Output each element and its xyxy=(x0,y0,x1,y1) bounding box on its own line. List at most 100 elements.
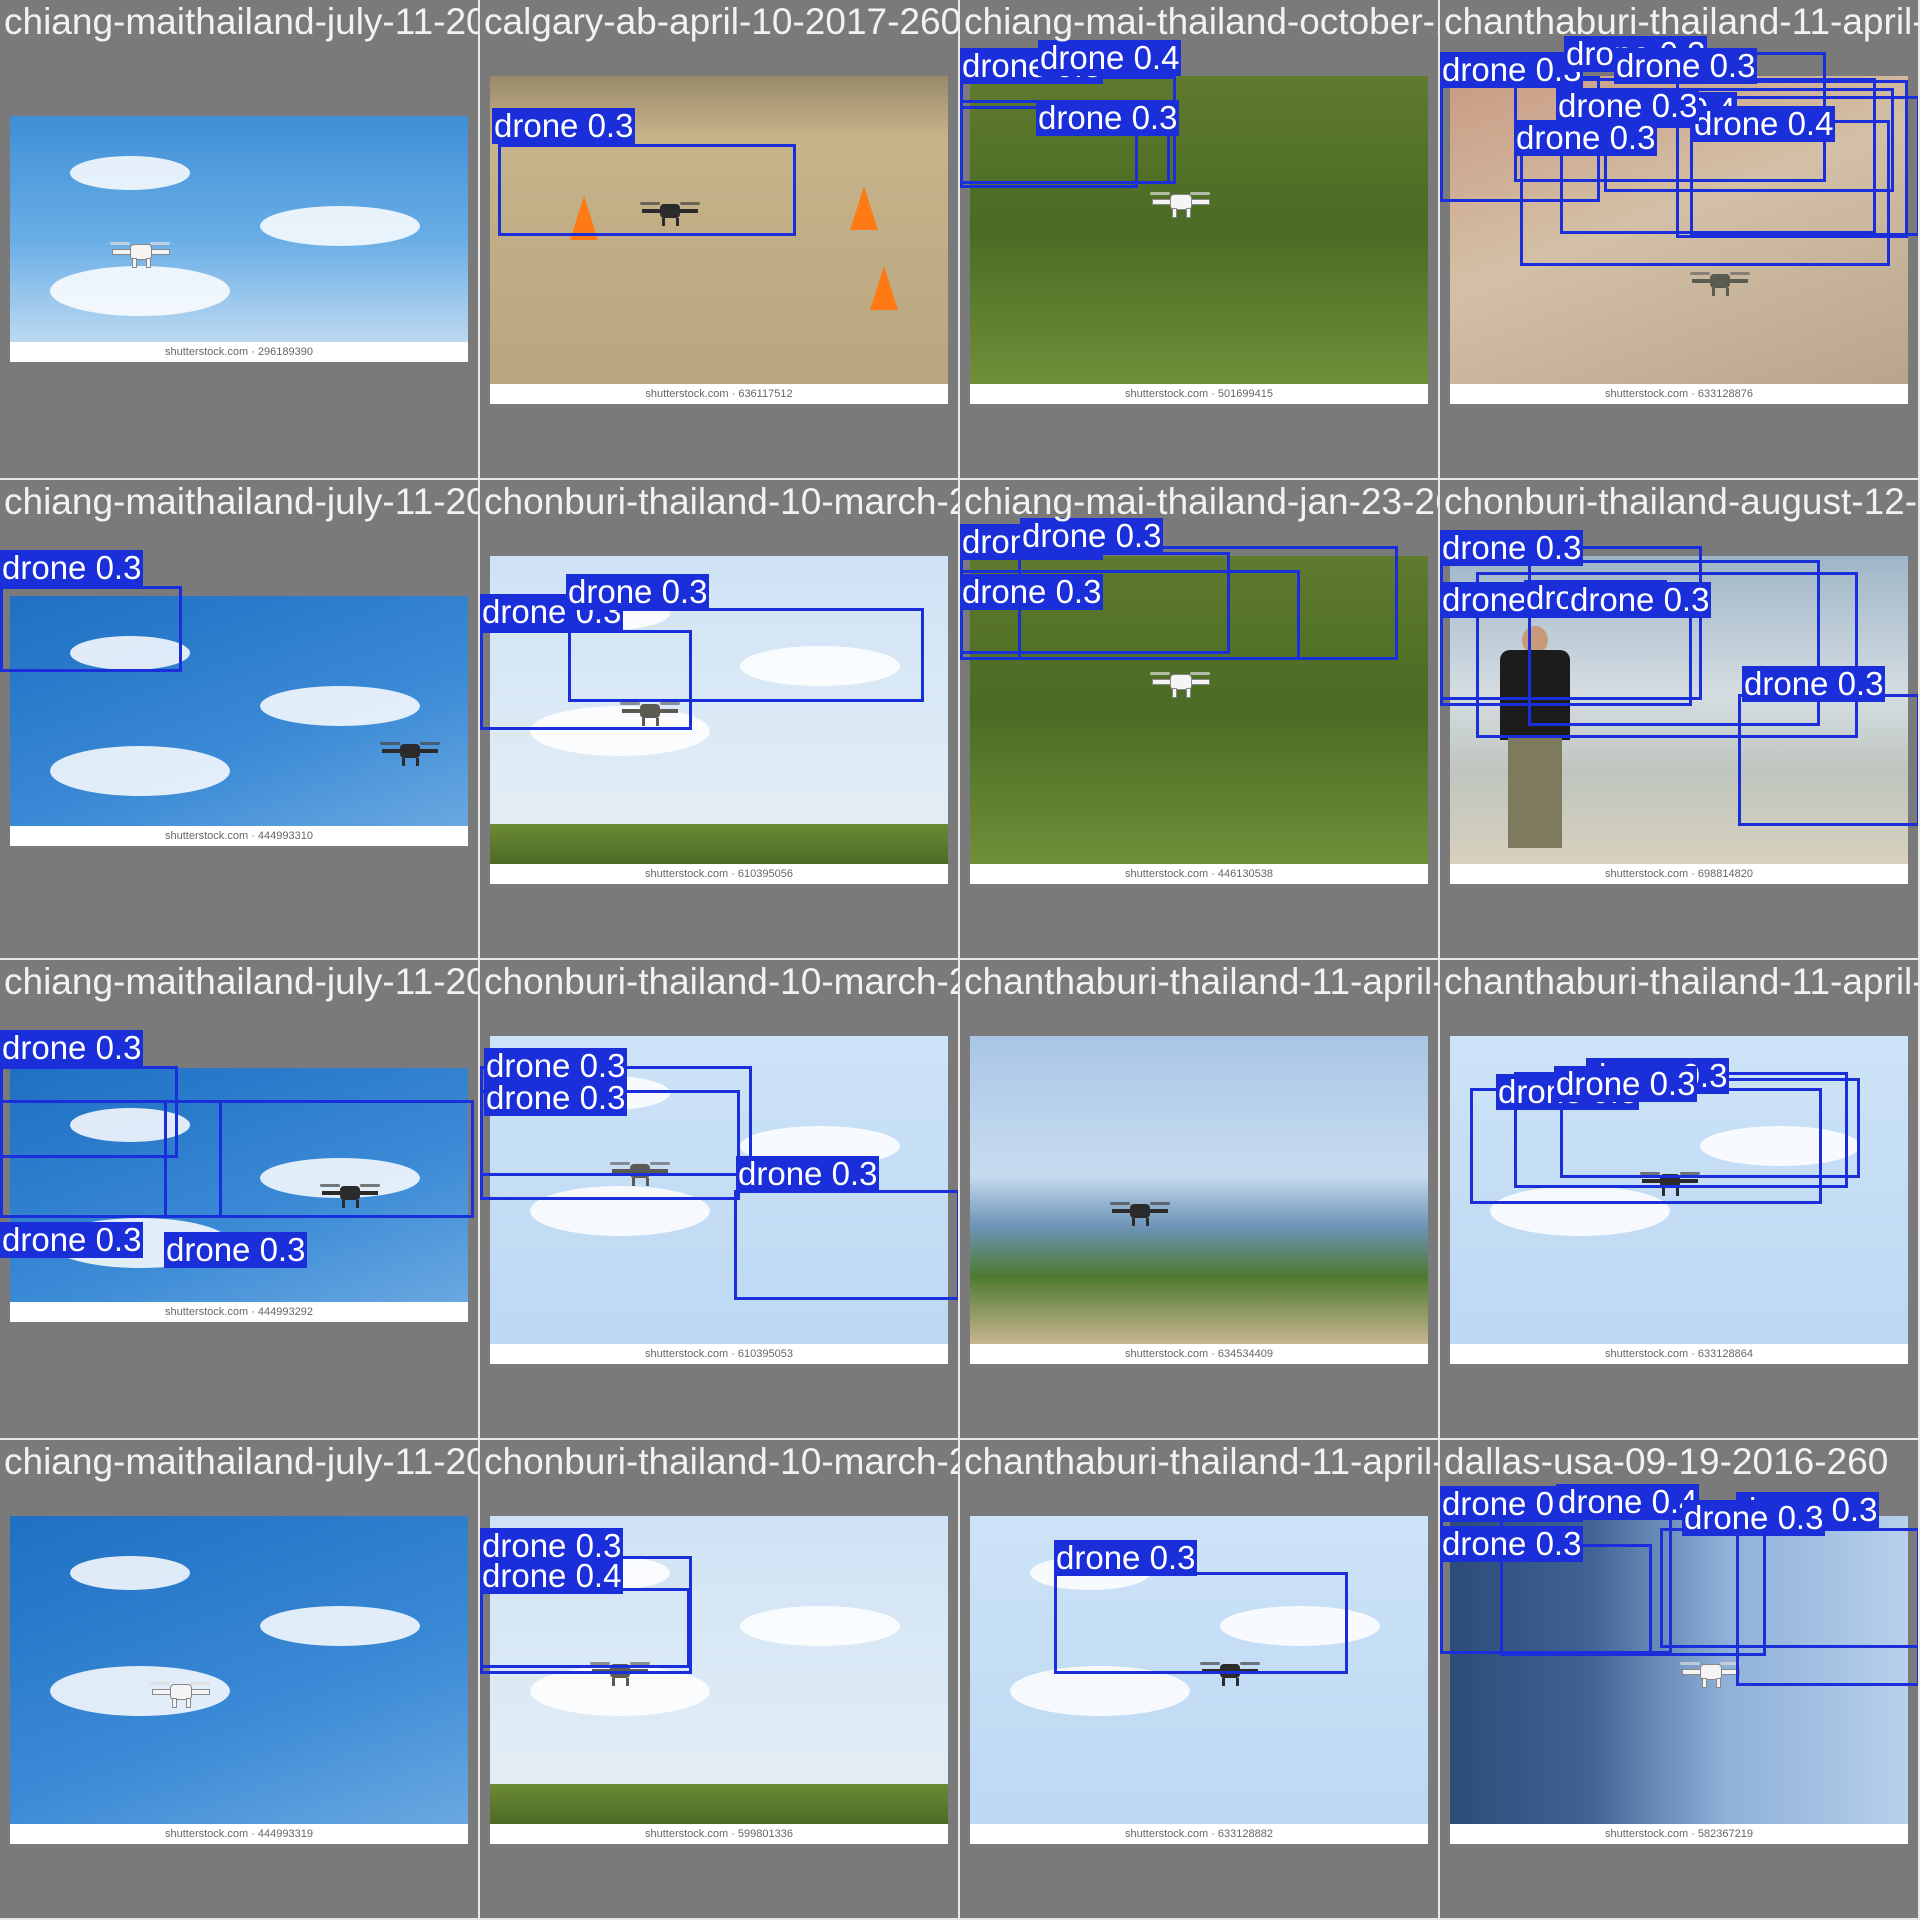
detection-grid: chiang-maithailand-july-11-2015-260nw-29… xyxy=(0,0,1920,1920)
drone xyxy=(110,236,170,268)
drone xyxy=(1680,1656,1740,1688)
cell-title: chanthaburi-thailand-11-april-20 xyxy=(1444,1,1920,42)
grid-cell: chonburi-thailand-august-12- shutterstock… xyxy=(1440,480,1920,960)
treeline xyxy=(490,824,948,864)
grid-cell: chiang-maithailand-july-11-2015-260nw-29… xyxy=(0,0,480,480)
photo-thumbnail: shutterstock.com · 296189390 xyxy=(10,116,468,362)
detection-box xyxy=(1660,1528,1918,1648)
drone xyxy=(1150,186,1210,218)
detection-box xyxy=(734,1190,958,1300)
cloud xyxy=(50,746,230,796)
grid-cell: chanthaburi-thailand-11-april-2017-260nw… xyxy=(960,960,1440,1440)
watermark-caption: shutterstock.com · 633128882 xyxy=(970,1824,1428,1844)
cloud xyxy=(50,266,230,316)
cloud xyxy=(70,1556,190,1590)
grid-cell: calgary-ab-april-10-2017-260nw-636117512… xyxy=(480,0,960,480)
cell-title: chonburi-thailand-august-12- xyxy=(1444,481,1918,522)
grid-cell: chanthaburi-thailand-11-april-20 shutters… xyxy=(1440,0,1920,480)
detection-box xyxy=(1054,1572,1348,1674)
detection-box xyxy=(498,144,796,236)
drone xyxy=(380,736,440,766)
drone xyxy=(1690,266,1750,296)
detection-box xyxy=(0,586,182,672)
detection-label: drone 0.3 xyxy=(1440,529,1584,566)
cell-title: chiang-mai-thailand-jan-23-260nw-4461305… xyxy=(964,481,1438,522)
cell-title: chonburi-thailand-10-march-2017-260nw-61 xyxy=(484,481,958,522)
watermark-caption: shutterstock.com · 636117512 xyxy=(490,384,948,404)
detection-label: drone 0.3 xyxy=(566,573,710,610)
treeline xyxy=(490,1784,948,1824)
watermark-caption: shutterstock.com · 444993319 xyxy=(10,1824,468,1844)
cell-title: chiang-maithailand-july-11-2015-260nw-44 xyxy=(4,481,478,522)
traffic-cone xyxy=(850,186,878,230)
cell-title: chanthaburi-thailand-11-april-2017-260nw… xyxy=(964,1441,1438,1482)
watermark-caption: shutterstock.com · 610395053 xyxy=(490,1344,948,1364)
drone xyxy=(1150,666,1210,698)
watermark-caption: shutterstock.com · 634534409 xyxy=(970,1344,1428,1364)
watermark-caption: shutterstock.com · 633128876 xyxy=(1450,384,1908,404)
cell-title: chiang-maithailand-july-11-2015-260nw-29 xyxy=(4,1,478,42)
watermark-caption: shutterstock.com · 610395056 xyxy=(490,864,948,884)
cell-title: chonburi-thailand-10-march-2017-260nw-61 xyxy=(484,961,958,1002)
cell-title: chiang-mai-thailand-october-13-260nw-501 xyxy=(964,1,1438,42)
detection-label: drone 0.4 xyxy=(1556,1483,1700,1520)
watermark-caption: shutterstock.com · 444993310 xyxy=(10,826,468,846)
detection-label: drone 0.3 xyxy=(0,1221,144,1258)
cell-title: chiang-maithailand-july-11-2015-260nw-44 xyxy=(4,1441,478,1482)
traffic-cone xyxy=(870,266,898,310)
watermark-caption: shutterstock.com · 501699415 xyxy=(970,384,1428,404)
detection-label: drone 0.3 xyxy=(0,1029,144,1066)
watermark-caption: shutterstock.com · 296189390 xyxy=(10,342,468,362)
watermark-caption: shutterstock.com · 633128864 xyxy=(1450,1344,1908,1364)
drone xyxy=(150,1676,210,1708)
detection-label: drone 0.3 xyxy=(492,107,636,144)
grid-cell: chiang-maithailand-july-11-2015-260nw-44… xyxy=(0,1440,480,1920)
cell-title: chonburi-thailand-10-march-2017-260nw-59 xyxy=(484,1441,958,1482)
cloud xyxy=(70,156,190,190)
cloud xyxy=(260,1606,420,1646)
detection-label: drone 0.4 xyxy=(480,1557,624,1594)
detection-label: drone 0.3 xyxy=(1554,1065,1698,1102)
grid-cell: chanthaburi-thailand-11-april-2017-260nw… xyxy=(960,1440,1440,1920)
detection-label: drone 0.4 xyxy=(1692,105,1836,142)
detection-label: drone 0.3 xyxy=(0,549,144,586)
cell-title: chanthaburi-thailand-11-april-2017-260nw… xyxy=(964,961,1438,1002)
detection-label: drone 0.3 xyxy=(164,1231,308,1268)
grid-cell: chiang-maithailand-july-11-2015-260nw-44… xyxy=(0,960,480,1440)
detection-label: drone 0.3 xyxy=(1054,1539,1198,1576)
detection-label: drone 0.3 xyxy=(1514,119,1658,156)
grid-cell: chonburi-thailand-10-march-2017-260nw-59… xyxy=(480,1440,960,1920)
cloud xyxy=(740,1606,900,1646)
drone xyxy=(1110,1196,1170,1226)
photo-thumbnail: shutterstock.com · 444993319 xyxy=(10,1516,468,1844)
detection-label: drone 0.3 xyxy=(1614,47,1758,84)
cell-title: chiang-maithailand-july-11-2015-260nw-44 xyxy=(4,961,478,1002)
detection-label: drone 0.3 xyxy=(484,1079,628,1116)
detection-label: drone 0.3 xyxy=(1036,99,1180,136)
photo-scene xyxy=(970,1036,1428,1344)
watermark-caption: shutterstock.com · 582367219 xyxy=(1450,1824,1908,1844)
detection-box xyxy=(480,1588,690,1668)
grid-cell: chiang-mai-thailand-jan-23-260nw-4461305… xyxy=(960,480,1440,960)
watermark-caption: shutterstock.com · 698814820 xyxy=(1450,864,1908,884)
grid-cell: chonburi-thailand-10-march-2017-260nw-61… xyxy=(480,480,960,960)
photo-thumbnail: shutterstock.com · 634534409 xyxy=(970,1036,1428,1364)
grid-cell: chiang-mai-thailand-october-13-260nw-501… xyxy=(960,0,1440,480)
cell-title: dallas-usa-09-19-2016-260 xyxy=(1444,1441,1889,1482)
cloud xyxy=(260,206,420,246)
cell-title: chanthaburi-thailand-11-april-20 xyxy=(1444,961,1920,1002)
detection-label: drone 0.3 xyxy=(960,573,1104,610)
detection-label: drone 0.3 xyxy=(1742,665,1886,702)
photo-thumbnail: shutterstock.com · 633128882 xyxy=(970,1516,1428,1844)
watermark-caption: shutterstock.com · 446130538 xyxy=(970,864,1428,884)
photo-scene xyxy=(10,1516,468,1824)
detection-label: drone 0.3 xyxy=(1568,581,1712,618)
detection-label: drone 0.3 xyxy=(736,1155,880,1192)
photo-scene xyxy=(10,116,468,342)
detection-label: drone 0.3 xyxy=(1440,51,1584,88)
grid-cell: chanthaburi-thailand-11-april-20 shutters… xyxy=(1440,960,1920,1440)
detection-label: drone 0.4 xyxy=(1038,39,1182,76)
detection-label: drone 0.3 xyxy=(1682,1499,1826,1536)
grid-cell: chiang-maithailand-july-11-2015-260nw-44… xyxy=(0,480,480,960)
watermark-caption: shutterstock.com · 599801336 xyxy=(490,1824,948,1844)
